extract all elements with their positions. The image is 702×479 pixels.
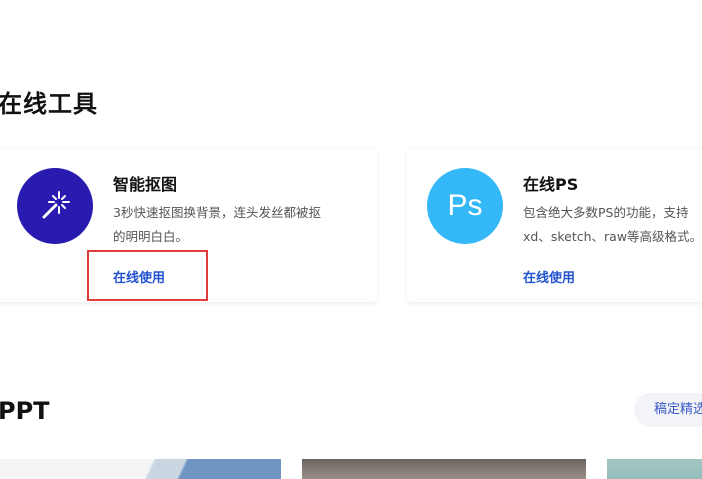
use-online-link[interactable]: 在线使用: [113, 267, 165, 286]
ps-icon-text: Ps: [447, 189, 483, 222]
curated-button[interactable]: 稿定精选: [634, 393, 702, 427]
tool-card-smart-cutout[interactable]: 智能抠图 3秒快速抠图换背景，连头发丝都被抠 的明明白白。 在线使用: [0, 149, 377, 302]
magic-wand-glyph: [42, 191, 70, 219]
use-online-link[interactable]: 在线使用: [523, 267, 575, 286]
ps-icon: Ps: [427, 168, 503, 244]
card-description-line-2: xd、sketch、raw等高级格式。: [523, 229, 702, 244]
card-description: 3秒快速抠图换背景，连头发丝都被抠 的明明白白。: [113, 201, 321, 249]
card-description-line-2: 的明明白白。: [113, 229, 189, 244]
card-title: 在线PS: [523, 175, 579, 194]
section-title-online-tools: 在线工具: [0, 90, 98, 118]
tool-card-online-ps[interactable]: Ps 在线PS 包含绝大多数PS的功能，支持 xd、sketch、raw等高级格…: [407, 149, 702, 302]
card-description-line-1: 3秒快速抠图换背景，连头发丝都被抠: [113, 205, 321, 220]
section-title-ppt: PPT: [0, 397, 50, 425]
card-description: 包含绝大多数PS的功能，支持 xd、sketch、raw等高级格式。: [523, 201, 702, 249]
ppt-template-thumbnail[interactable]: [302, 459, 586, 479]
page: 在线工具 智能抠图 3秒快速抠图换背景，连头发丝都被抠 的明明白白。 在线使用 …: [0, 0, 702, 479]
card-title: 智能抠图: [113, 175, 178, 194]
ppt-template-thumbnail[interactable]: [607, 459, 702, 479]
ppt-template-thumbnail[interactable]: [0, 459, 281, 479]
magic-wand-icon: [17, 168, 93, 244]
card-description-line-1: 包含绝大多数PS的功能，支持: [523, 205, 689, 220]
